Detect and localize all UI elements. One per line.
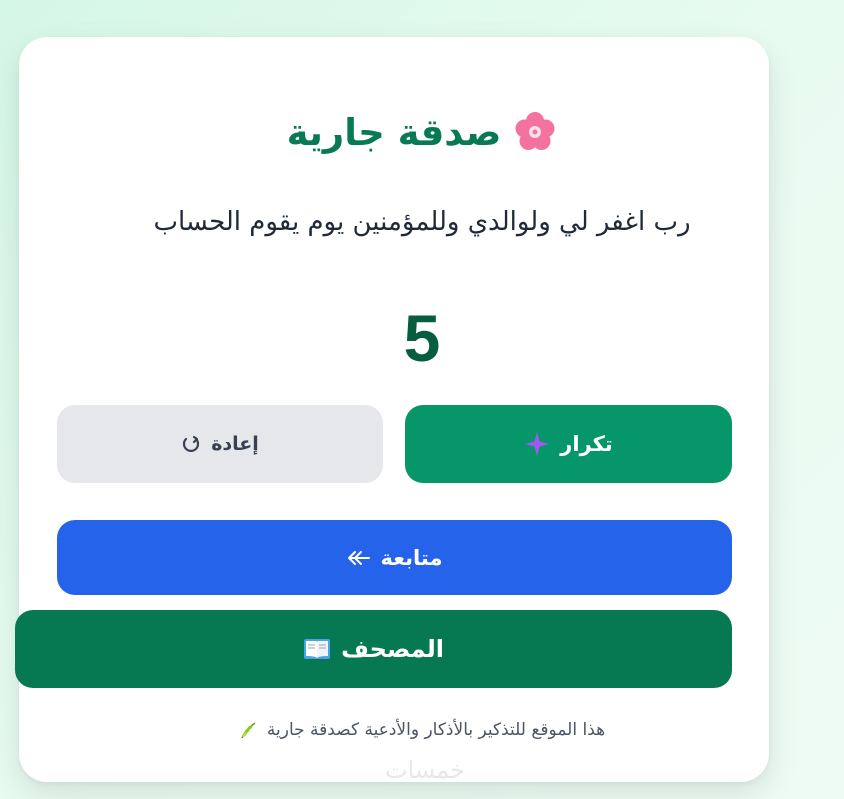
reset-icon (183, 435, 200, 452)
mushaf-label: المصحف (341, 635, 444, 663)
reset-label: إعادة (211, 433, 259, 455)
footer-text: هذا الموقع للتذكير بالأذكار والأدعية كصد… (266, 720, 606, 740)
watermark: خمسات (384, 756, 466, 784)
footer: هذا الموقع للتذكير بالأذكار والأدعية كصد… (0, 720, 844, 740)
title-row: صدقة جارية (0, 110, 844, 154)
repeat-button[interactable]: تكرار (405, 405, 732, 483)
next-button[interactable]: متابعة (57, 520, 732, 595)
sparkle-icon (525, 432, 550, 456)
dua-text: رب اغفر لي ولوالدي وللمؤمنين يوم يقوم ال… (153, 207, 691, 237)
flower-icon (515, 112, 555, 150)
reset-button[interactable]: إعادة (57, 405, 383, 483)
next-label: متابعة (380, 545, 443, 570)
counter-value: 5 (403, 301, 441, 375)
repeat-label: تكرار (560, 432, 613, 456)
leaf-icon (241, 722, 256, 739)
arrow-icon (347, 550, 370, 565)
book-icon (304, 639, 331, 659)
page-title: صدقة جارية (286, 110, 502, 154)
mushaf-button[interactable]: المصحف (15, 610, 732, 688)
